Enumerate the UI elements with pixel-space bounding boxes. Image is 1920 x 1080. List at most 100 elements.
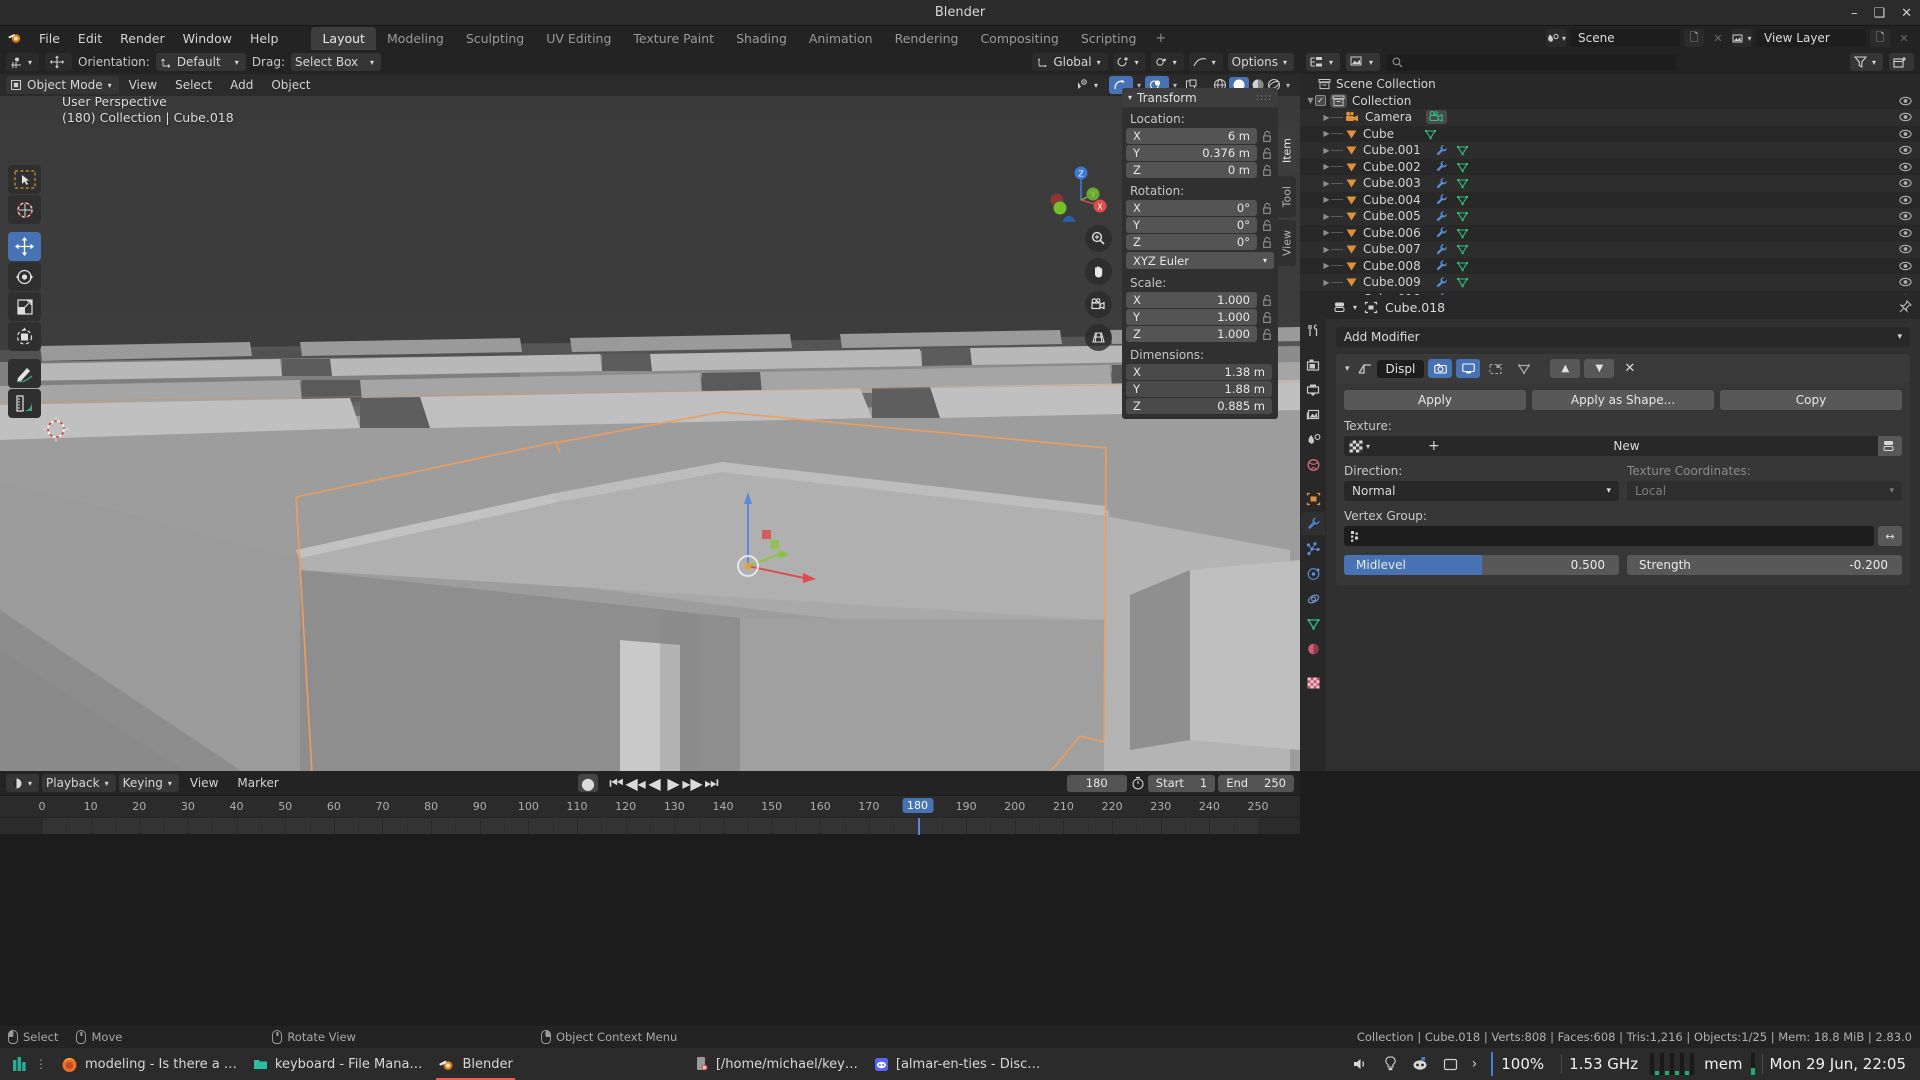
mode-dropdown[interactable]: Object Mode ▾ bbox=[6, 76, 119, 94]
workspace-tab-shading[interactable]: Shading bbox=[725, 27, 798, 50]
location-y-row[interactable]: Y 0.376 m bbox=[1122, 145, 1278, 161]
outliner-search-input[interactable] bbox=[1386, 53, 1677, 71]
expand-chevron-right-icon[interactable]: ▶ bbox=[1322, 162, 1331, 171]
rotation-z-lock-icon[interactable] bbox=[1261, 236, 1274, 249]
mesh-data-icon[interactable] bbox=[1456, 177, 1469, 189]
dimensions-z-row[interactable]: Z 0.885 m bbox=[1122, 398, 1278, 414]
timeline-track-area[interactable] bbox=[0, 817, 1300, 835]
scale-x-lock-icon[interactable] bbox=[1261, 294, 1274, 307]
sidebar-tab-tool[interactable]: Tool bbox=[1278, 176, 1296, 218]
outliner-item-cube-001[interactable]: ▶ Cube.001 bbox=[1300, 142, 1920, 159]
discord-tray-icon[interactable] bbox=[1405, 1056, 1435, 1072]
drag-dropdown[interactable]: Select Box ▾ bbox=[291, 53, 381, 71]
3d-scene-render[interactable] bbox=[0, 50, 1300, 771]
outliner-item-cube-006[interactable]: ▶ Cube.006 bbox=[1300, 225, 1920, 242]
workspace-tab-rendering[interactable]: Rendering bbox=[884, 27, 970, 50]
tray-expand-chevron-icon[interactable]: › bbox=[1466, 1056, 1484, 1072]
camera-icon[interactable] bbox=[1085, 291, 1112, 318]
on-cage-toggle[interactable] bbox=[1512, 359, 1536, 378]
viewlayer-unlink-icon[interactable]: ✕ bbox=[1894, 29, 1914, 47]
mesh-data-icon[interactable] bbox=[1456, 243, 1469, 255]
outliner-item-cube-003[interactable]: ▶ Cube.003 bbox=[1300, 175, 1920, 192]
vertex-group-input[interactable] bbox=[1344, 526, 1874, 546]
play-reverse-icon[interactable]: ◀ bbox=[646, 774, 663, 793]
pin-icon[interactable] bbox=[1898, 300, 1912, 314]
outliner-item-cube-009[interactable]: ▶ Cube.009 bbox=[1300, 274, 1920, 291]
mesh-data-icon[interactable] bbox=[1456, 276, 1469, 288]
location-x-lock-icon[interactable] bbox=[1261, 130, 1274, 143]
outliner-item-cube-005[interactable]: ▶ Cube.005 bbox=[1300, 208, 1920, 225]
measure-tool[interactable] bbox=[8, 389, 41, 418]
location-z-row[interactable]: Z 0 m bbox=[1122, 162, 1278, 178]
menu-file[interactable]: File bbox=[30, 28, 69, 49]
taskbar-item-discord[interactable]: [almar-en-ties - Disc… bbox=[866, 1048, 1048, 1080]
cursor-tool[interactable] bbox=[8, 195, 41, 224]
timeline-playhead[interactable] bbox=[917, 818, 920, 835]
scale-z-row[interactable]: Z 1.000 bbox=[1122, 326, 1278, 342]
viewport-menu-object[interactable]: Object bbox=[263, 76, 318, 94]
move-modifier-up-button[interactable]: ▲ bbox=[1550, 359, 1581, 378]
mesh-data-icon[interactable] bbox=[1456, 227, 1469, 239]
curve-icon[interactable]: ▾ bbox=[1188, 53, 1223, 71]
volume-icon[interactable] bbox=[1344, 1057, 1376, 1071]
taskbar-item-document[interactable]: [/home/michael/key… bbox=[686, 1048, 866, 1080]
move-modifier-down-button[interactable]: ▼ bbox=[1584, 359, 1615, 378]
modifier-icon[interactable] bbox=[1435, 276, 1448, 289]
active-tool-icon[interactable]: ▾ bbox=[6, 53, 40, 71]
invert-vertex-group-icon[interactable]: ↔ bbox=[1878, 526, 1902, 546]
outliner-item-collection[interactable]: ▼ ✓ Collection bbox=[1300, 93, 1920, 110]
texture-coordinates-dropdown[interactable]: Local ▾ bbox=[1627, 481, 1902, 501]
expand-chevron-right-icon[interactable]: ▶ bbox=[1322, 212, 1331, 221]
expand-chevron-right-icon[interactable]: ▶ bbox=[1322, 113, 1331, 122]
close-icon[interactable]: ✕ bbox=[1901, 7, 1912, 20]
play-icon[interactable]: ▶ bbox=[665, 774, 682, 793]
view-layer-tab[interactable] bbox=[1301, 403, 1325, 426]
menu-edit[interactable]: Edit bbox=[69, 28, 111, 49]
tweak-select-tool[interactable] bbox=[8, 165, 41, 194]
location-y-lock-icon[interactable] bbox=[1261, 147, 1274, 160]
outliner-item-cube-004[interactable]: ▶ Cube.004 bbox=[1300, 192, 1920, 209]
outliner-editor-type-icon[interactable]: ▾ bbox=[1306, 53, 1341, 71]
scale-y-lock-icon[interactable] bbox=[1261, 311, 1274, 324]
data-tab[interactable] bbox=[1301, 612, 1325, 635]
annotate-tool[interactable] bbox=[8, 359, 41, 388]
jump-start-icon[interactable]: ⏮ bbox=[608, 773, 625, 792]
jump-end-icon[interactable]: ⏭ bbox=[703, 773, 720, 792]
perspective-icon[interactable] bbox=[1085, 324, 1112, 351]
add-modifier-dropdown[interactable]: Add Modifier ▾ bbox=[1336, 327, 1910, 347]
scale-tool[interactable] bbox=[8, 292, 41, 321]
minimize-icon[interactable]: – bbox=[1851, 7, 1858, 20]
auto-keying-icon[interactable]: ● bbox=[578, 774, 598, 793]
app-menu-icon[interactable] bbox=[12, 1056, 28, 1072]
timeline-current-frame-marker[interactable]: 180 bbox=[902, 798, 934, 813]
rotation-x-row[interactable]: X 0° bbox=[1122, 200, 1278, 216]
modifier-icon[interactable] bbox=[1435, 193, 1448, 206]
visibility-eye-icon[interactable] bbox=[1899, 195, 1912, 205]
visibility-eye-icon[interactable] bbox=[1899, 261, 1912, 271]
world-tab[interactable] bbox=[1301, 453, 1325, 476]
modifier-icon[interactable] bbox=[1435, 144, 1448, 157]
apply-button[interactable]: Apply bbox=[1344, 390, 1526, 410]
hand-icon[interactable] bbox=[1085, 258, 1112, 285]
orientation-dropdown[interactable]: Default ▾ bbox=[155, 53, 246, 71]
move-tool-settings-icon[interactable] bbox=[45, 53, 73, 71]
rotate-tool[interactable] bbox=[8, 262, 41, 291]
expand-chevron-right-icon[interactable]: ▶ bbox=[1322, 129, 1331, 138]
apply-as-shape-button[interactable]: Apply as Shape... bbox=[1532, 390, 1714, 410]
visibility-eye-icon[interactable] bbox=[1899, 228, 1912, 238]
workspace-tab-uv-editing[interactable]: UV Editing bbox=[535, 27, 622, 50]
visibility-eye-icon[interactable] bbox=[1899, 96, 1912, 106]
modifier-name-field[interactable]: Displ bbox=[1376, 359, 1425, 378]
modifier-icon[interactable] bbox=[1435, 226, 1448, 239]
viewport-menu-view[interactable]: View bbox=[121, 76, 165, 94]
workspace-tab-compositing[interactable]: Compositing bbox=[969, 27, 1069, 50]
move-tool[interactable] bbox=[8, 232, 41, 261]
outliner-display-mode-icon[interactable]: ▾ bbox=[1346, 53, 1381, 71]
show-in-render-toggle[interactable] bbox=[1428, 359, 1453, 378]
outliner-filter-icon[interactable]: ▾ bbox=[1849, 53, 1883, 71]
scene-tab[interactable] bbox=[1301, 428, 1325, 451]
expand-chevron-right-icon[interactable]: ▶ bbox=[1322, 278, 1331, 287]
mesh-data-icon[interactable] bbox=[1456, 144, 1469, 156]
dimensions-y-row[interactable]: Y 1.88 m bbox=[1122, 381, 1278, 397]
expand-chevron-right-icon[interactable]: ▶ bbox=[1322, 146, 1331, 155]
